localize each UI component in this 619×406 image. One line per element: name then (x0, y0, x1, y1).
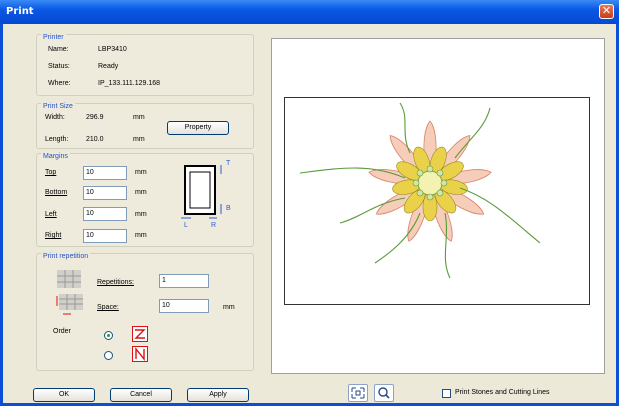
length-value: 210.0 (86, 136, 104, 143)
left-label: Left (45, 211, 57, 218)
bottom-label: Bottom (45, 189, 68, 196)
close-icon: ✕ (601, 4, 612, 17)
diagram-b: B (226, 205, 231, 212)
title-bar: Print ✕ (0, 0, 619, 24)
fit-to-page-button[interactable] (348, 384, 368, 402)
print-size-group-title: Print Size (41, 103, 75, 110)
bottom-margin-input[interactable]: 10 (83, 186, 127, 200)
zoom-button[interactable] (374, 384, 394, 402)
top-margin-input[interactable]: 10 (83, 166, 127, 180)
right-unit: mm (135, 232, 147, 239)
ok-button[interactable]: OK (33, 388, 95, 402)
top-label: Top (45, 169, 57, 176)
repetitions-label: Repetitions: (97, 279, 134, 286)
zoom-icon (378, 387, 390, 399)
top-unit: mm (135, 169, 147, 176)
apply-button[interactable]: Apply (187, 388, 249, 402)
length-label: Length: (45, 136, 69, 143)
name-label: Name: (48, 46, 69, 53)
width-unit: mm (133, 114, 145, 121)
left-unit: mm (135, 211, 147, 218)
cancel-button[interactable]: Cancel (110, 388, 172, 402)
space-label: Space: (97, 304, 119, 311)
window-title: Print (6, 6, 34, 17)
order-z-icon[interactable] (132, 326, 148, 342)
space-input[interactable]: 10 (159, 299, 209, 313)
space-icon (56, 294, 83, 315)
order-n-radio[interactable] (104, 351, 113, 360)
print-stones-label: Print Stones and Cutting Lines (455, 389, 550, 396)
diagram-l: L (184, 222, 188, 229)
bottom-unit: mm (135, 189, 147, 196)
name-value: LBP3410 (98, 46, 127, 53)
print-repetition-group-title: Print repetition (41, 253, 91, 260)
print-stones-checkbox[interactable] (442, 389, 451, 398)
order-n-icon[interactable] (132, 346, 148, 362)
repetitions-input[interactable]: 1 (159, 274, 209, 288)
right-label: Right (45, 232, 62, 239)
length-unit: mm (133, 136, 145, 143)
right-margin-input[interactable]: 10 (83, 229, 127, 243)
margins-group-title: Margins (41, 153, 70, 160)
status-label: Status: (48, 63, 70, 70)
where-label: Where: (48, 80, 71, 87)
print-repetition-group: Print repetition Repetitions: 1 Space: 1… (36, 253, 254, 371)
close-button[interactable]: ✕ (599, 4, 614, 19)
order-label: Order (53, 328, 71, 335)
printer-group-title: Printer (41, 34, 66, 41)
print-dialog: Print ✕ Printer Name: LBP3410 Status: Re… (0, 0, 619, 406)
left-margin-input[interactable]: 10 (83, 207, 127, 221)
status-value: Ready (98, 63, 119, 70)
preview-sheet (284, 97, 590, 305)
grid-icon (57, 270, 81, 288)
space-unit: mm (223, 304, 235, 311)
width-value: 296.9 (86, 114, 104, 121)
fit-icon (351, 387, 365, 399)
print-size-group: Print Size Width: 296.9 mm Length: 210.0… (36, 103, 254, 149)
order-z-radio[interactable] (104, 331, 113, 340)
margins-group: Margins Top 10 mm Bottom 10 mm Left 10 m… (36, 153, 254, 247)
diagram-t: T (226, 160, 231, 167)
width-label: Width: (45, 114, 65, 121)
printer-group: Printer Name: LBP3410 Status: Ready Wher… (36, 34, 254, 96)
flower-design-image (299, 102, 541, 279)
where-value: IP_133.111.129.168 (98, 80, 161, 87)
diagram-r: R (211, 222, 217, 229)
property-button[interactable]: Property (167, 121, 229, 135)
print-preview (271, 38, 605, 374)
